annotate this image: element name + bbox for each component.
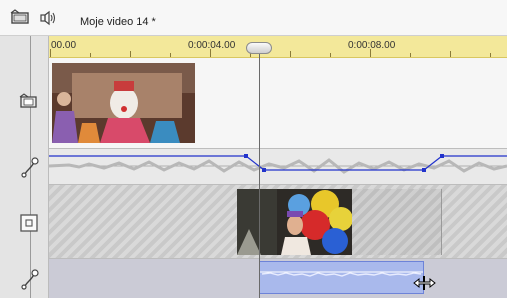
- audio-clip[interactable]: [259, 261, 424, 294]
- video-clip-balloons[interactable]: [237, 189, 352, 255]
- audio-clip-waveform: [260, 271, 423, 277]
- ruler-tick: [130, 51, 131, 57]
- video-clip[interactable]: [52, 63, 195, 143]
- ruler-label-start: 00.00: [51, 40, 77, 51]
- ruler-tick: [210, 49, 211, 57]
- video-track-2[interactable]: [49, 185, 507, 258]
- audio-track-1[interactable]: [49, 149, 507, 184]
- clip-extension[interactable]: [352, 189, 442, 255]
- volume-envelope-icon[interactable]: [20, 268, 42, 290]
- ruler-tick: [370, 49, 371, 57]
- ruler-tick: [450, 51, 451, 57]
- ruler-tick: [290, 51, 291, 57]
- timeline-editor: Moje video 14 * 00.00 0:00:04.00 0:00:08…: [0, 0, 507, 298]
- playhead-handle[interactable]: [246, 42, 272, 54]
- ruler-tick: [410, 53, 411, 57]
- ruler-label-8s: 0:00:08.00: [348, 40, 396, 51]
- track-headers: [0, 36, 49, 298]
- overlay-icon[interactable]: [18, 212, 40, 234]
- video-track-1[interactable]: [49, 58, 507, 148]
- waveform: [49, 154, 507, 174]
- playhead[interactable]: [259, 42, 260, 298]
- volume-envelope-icon[interactable]: [20, 156, 42, 178]
- ruler-label-4s: 0:00:04.00: [188, 40, 236, 51]
- audio-track-2[interactable]: [49, 259, 507, 298]
- resize-cursor-icon: [413, 276, 437, 290]
- timeline-area[interactable]: [49, 58, 507, 298]
- ruler-tick: [490, 53, 491, 57]
- toolbar: Moje video 14 *: [0, 0, 507, 36]
- film-icon[interactable]: [18, 91, 40, 113]
- ruler-tick: [50, 49, 51, 57]
- time-ruler[interactable]: 00.00 0:00:04.00 0:00:08.00: [49, 36, 507, 58]
- speaker-icon[interactable]: [38, 9, 60, 27]
- ruler-tick: [330, 53, 331, 57]
- film-icon[interactable]: [10, 9, 32, 27]
- project-title: Moje video 14 *: [80, 16, 156, 28]
- ruler-tick: [170, 53, 171, 57]
- ruler-tick: [90, 53, 91, 57]
